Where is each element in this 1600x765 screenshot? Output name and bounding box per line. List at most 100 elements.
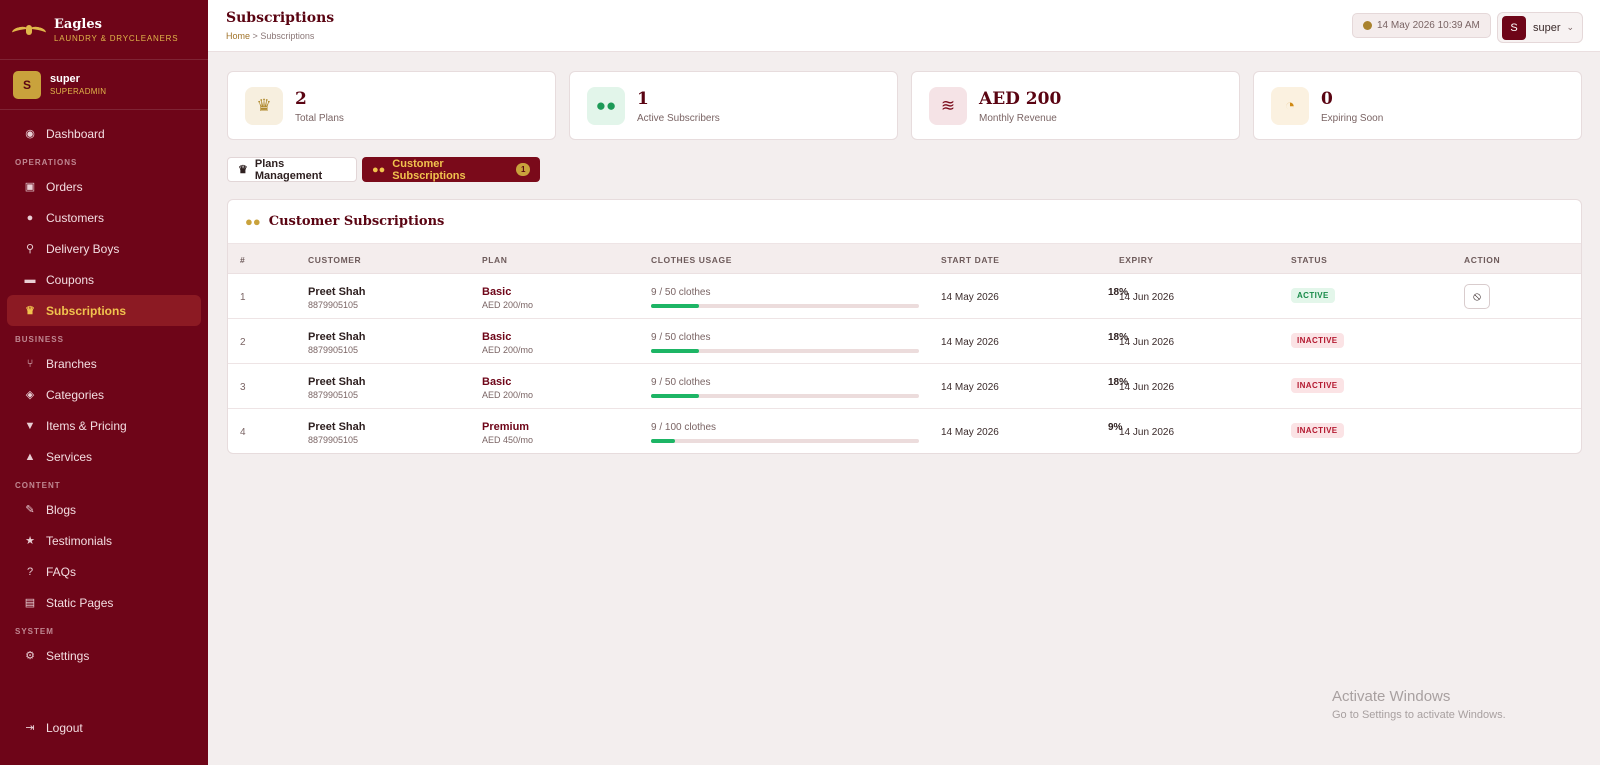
- breadcrumb-current: Subscriptions: [260, 31, 315, 41]
- plan-name: Basic: [482, 376, 512, 388]
- tab-plans-management[interactable]: ♛ Plans Management: [227, 157, 357, 182]
- user-profile: S super SUPERADMIN: [0, 60, 208, 110]
- shirt-icon: ▼: [24, 419, 36, 432]
- crown-icon: ♛: [238, 164, 248, 176]
- stat-card-total-plans: ♛ 2 Total Plans: [227, 71, 556, 140]
- gauge-icon: ◉: [25, 128, 35, 140]
- user-menu-dropdown[interactable]: S super ⌄: [1497, 12, 1584, 43]
- usage-progress-bar: [651, 304, 919, 308]
- status-badge: INACTIVE: [1291, 378, 1344, 393]
- customer-phone: 8879905105: [308, 345, 359, 355]
- brand[interactable]: Eagles LAUNDRY & DRYCLEANERS: [0, 0, 208, 60]
- stat-value: AED 200: [979, 89, 1062, 109]
- customer-subscriptions-panel: ●● Customer Subscriptions # CUSTOMER PLA…: [227, 199, 1582, 454]
- stat-label: Expiring Soon: [1321, 113, 1384, 124]
- row-index: 1: [240, 292, 246, 303]
- row-index: 4: [240, 427, 246, 438]
- sidebar-item-subscriptions[interactable]: ♛ Subscriptions: [7, 295, 201, 326]
- clock-icon: ◔: [1271, 87, 1309, 125]
- chevron-down-icon: ⌄: [1566, 22, 1575, 32]
- tab-customer-subscriptions[interactable]: ●● Customer Subscriptions 1: [362, 157, 540, 182]
- usage-progress-fill: [651, 349, 700, 353]
- deactivate-button[interactable]: ⦸: [1464, 284, 1490, 309]
- user-menu-name: super: [1533, 21, 1561, 34]
- column-header-action: ACTION: [1464, 255, 1501, 265]
- watermark-subtitle: Go to Settings to activate Windows.: [1332, 709, 1506, 721]
- eagle-logo-icon: [11, 19, 47, 41]
- customer-name: Preet Shah: [308, 331, 366, 343]
- sidebar-item-blogs[interactable]: ✎ Blogs: [7, 494, 201, 525]
- users-icon: ●●: [587, 87, 625, 125]
- table-header: # CUSTOMER PLAN CLOTHES USAGE START DATE…: [228, 244, 1581, 274]
- crown-icon: ♛: [25, 305, 35, 317]
- usage-text: 9 / 100 clothes: [651, 422, 717, 433]
- plan-name: Basic: [482, 286, 512, 298]
- sidebar-item-testimonials[interactable]: ★ Testimonials: [7, 525, 201, 556]
- start-date: 14 May 2026: [941, 382, 999, 393]
- users-icon: ●●: [245, 214, 261, 229]
- customer-phone: 8879905105: [308, 435, 359, 445]
- sidebar-item-categories[interactable]: ◈ Categories: [7, 379, 201, 410]
- branch-icon: ⑂: [26, 357, 34, 370]
- usage-progress-bar: [651, 439, 919, 443]
- sidebar-item-orders[interactable]: ▣ Orders: [7, 171, 201, 202]
- sidebar-item-coupons[interactable]: ▬ Coupons: [7, 264, 201, 295]
- plan-price: AED 200/mo: [482, 390, 534, 400]
- table-row: 3 Preet Shah 8879905105 Basic AED 200/mo…: [228, 364, 1581, 409]
- customer-name: Preet Shah: [308, 286, 366, 298]
- sidebar-item-items-pricing[interactable]: ▼ Items & Pricing: [7, 410, 201, 441]
- usage-progress-bar: [651, 349, 919, 353]
- column-header-plan: PLAN: [482, 255, 508, 265]
- usage-text: 9 / 50 clothes: [651, 287, 711, 298]
- sidebar-item-delivery-boys[interactable]: ⚲ Delivery Boys: [7, 233, 201, 264]
- stat-card-monthly-revenue: ≋ AED 200 Monthly Revenue: [911, 71, 1240, 140]
- brand-tagline: LAUNDRY & DRYCLEANERS: [54, 33, 179, 43]
- nav-section-operations: OPERATIONS: [15, 158, 78, 167]
- sidebar-item-dashboard[interactable]: ◉ Dashboard: [7, 118, 201, 149]
- usage-progress-fill: [651, 439, 676, 443]
- sidebar-item-faqs[interactable]: ? FAQs: [7, 556, 201, 587]
- column-header-expiry: EXPIRY: [1119, 255, 1154, 265]
- plan-name: Basic: [482, 331, 512, 343]
- stat-card-expiring-soon: ◔ 0 Expiring Soon: [1253, 71, 1582, 140]
- table-row: 1 Preet Shah 8879905105 Basic AED 200/mo…: [228, 274, 1581, 319]
- file-icon: ▤: [24, 597, 36, 609]
- stat-card-active-subscribers: ●● 1 Active Subscribers: [569, 71, 898, 140]
- brand-name: Eagles: [54, 16, 102, 32]
- nav-section-system: SYSTEM: [15, 627, 54, 636]
- sidebar-item-customers[interactable]: ● Customers: [7, 202, 201, 233]
- nav-section-business: BUSINESS: [15, 335, 64, 344]
- column-header-customer: CUSTOMER: [308, 255, 362, 265]
- sidebar-item-services[interactable]: ▲ Services: [7, 441, 201, 472]
- usage-progress-bar: [651, 394, 919, 398]
- plan-price: AED 200/mo: [482, 345, 534, 355]
- table-row: 4 Preet Shah 8879905105 Premium AED 450/…: [228, 409, 1581, 453]
- customer-name: Preet Shah: [308, 376, 366, 388]
- sidebar-item-settings[interactable]: ⚙ Settings: [7, 640, 201, 671]
- usage-progress-fill: [651, 394, 700, 398]
- plan-price: AED 450/mo: [482, 435, 534, 445]
- breadcrumb-home-link[interactable]: Home: [226, 31, 250, 41]
- customer-phone: 8879905105: [308, 300, 359, 310]
- panel-title: Customer Subscriptions: [268, 214, 445, 229]
- stat-label: Monthly Revenue: [979, 113, 1057, 124]
- coins-icon: ≋: [929, 87, 967, 125]
- sidebar-item-static-pages[interactable]: ▤ Static Pages: [7, 587, 201, 618]
- row-index: 3: [240, 382, 246, 393]
- watermark-title: Activate Windows: [1332, 688, 1451, 705]
- column-header-index: #: [240, 255, 246, 265]
- clock-icon: [1363, 21, 1372, 30]
- sidebar-item-branches[interactable]: ⑂ Branches: [7, 348, 201, 379]
- start-date: 14 May 2026: [941, 337, 999, 348]
- column-header-status: STATUS: [1291, 255, 1328, 265]
- plan-name: Premium: [482, 421, 530, 433]
- expiry-date: 14 Jun 2026: [1119, 382, 1175, 393]
- stat-value: 2: [295, 89, 307, 109]
- user-role: SUPERADMIN: [50, 87, 107, 96]
- avatar: S: [1502, 15, 1526, 40]
- customer-phone: 8879905105: [308, 390, 359, 400]
- stat-label: Active Subscribers: [637, 113, 720, 124]
- plan-price: AED 200/mo: [482, 300, 534, 310]
- users-icon: ●: [26, 211, 34, 224]
- logout-button[interactable]: ⇥ Logout: [7, 712, 201, 743]
